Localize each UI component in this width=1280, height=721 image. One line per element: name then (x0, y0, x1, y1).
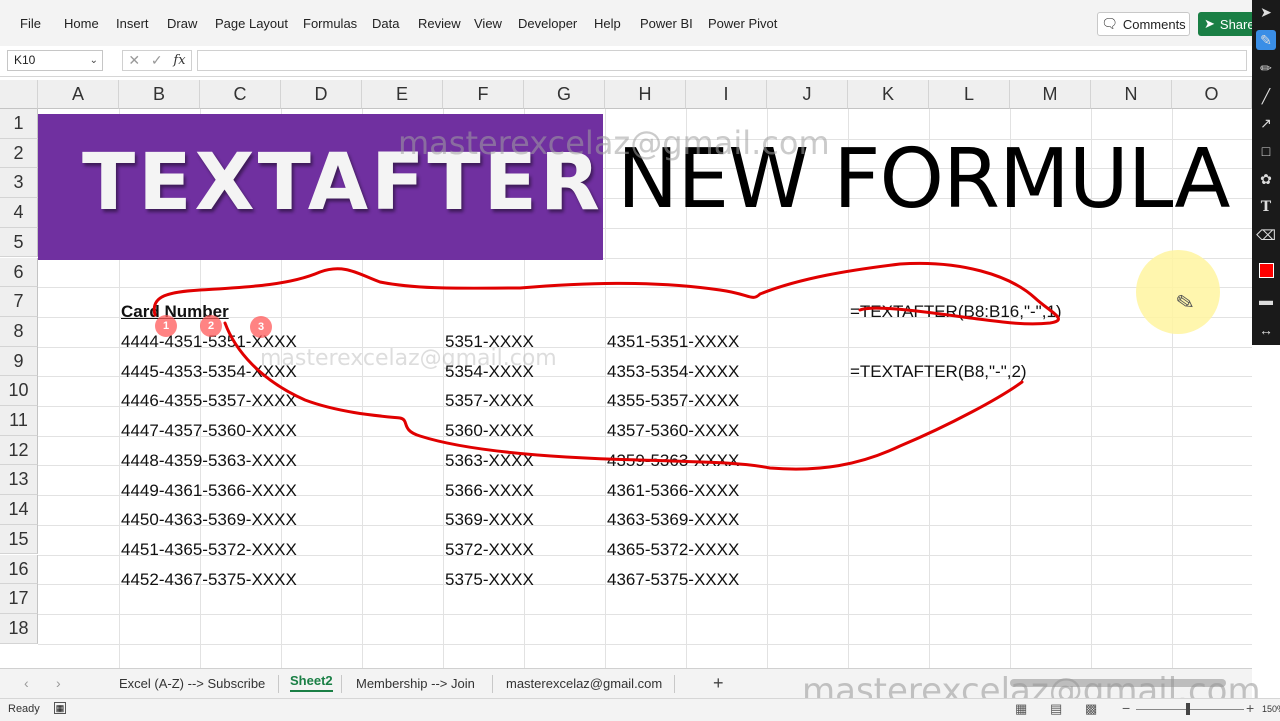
status-bar: Ready ▦ ▦ ▤ ▩ − + 150% (0, 698, 1280, 721)
zoom-in-icon[interactable]: + (1246, 700, 1254, 716)
insert-function-button[interactable]: fx (173, 53, 185, 68)
menu-help[interactable]: Help (594, 16, 621, 31)
menu-insert[interactable]: Insert (116, 16, 149, 31)
worksheet-grid[interactable]: A B C D E F G H I J K L M N O 1 2 3 4 5 … (0, 80, 1252, 668)
sheet-tab-subscribe[interactable]: Excel (A-Z) --> Subscribe (119, 676, 265, 691)
menu-power-bi[interactable]: Power BI (640, 16, 693, 31)
normal-view-icon[interactable]: ▦ (1015, 701, 1027, 717)
sheet-tab-bar: ‹ › Excel (A-Z) --> Subscribe Sheet2 Mem… (0, 668, 1261, 711)
tab-separator (492, 675, 493, 693)
menu-formulas[interactable]: Formulas (303, 16, 357, 31)
page-break-icon[interactable]: ▩ (1085, 701, 1097, 717)
ink-annotation (152, 261, 1060, 471)
sheet-tab-sheet2[interactable]: Sheet2 (290, 673, 333, 692)
scroll-right-icon[interactable]: › (56, 675, 61, 691)
name-box[interactable]: K10 ⌄ (7, 50, 103, 71)
comment-icon: 🗨 (1101, 16, 1118, 31)
add-sheet-button[interactable]: + (713, 673, 724, 694)
tab-separator (341, 675, 342, 693)
zoom-out-icon[interactable]: − (1122, 700, 1130, 716)
draw-toolbar: ➤ ✎ ✏ ╱ ↗ □ ✿ T ⌫ ▬ ↔ (1252, 0, 1280, 345)
enter-icon[interactable]: ✓ (151, 52, 163, 69)
tab-separator (278, 675, 279, 693)
expand-icon[interactable]: ↔ (1256, 320, 1276, 340)
text-icon[interactable]: T (1256, 197, 1276, 217)
stroke-width-icon[interactable]: ▬ (1256, 290, 1276, 310)
menu-power-pivot[interactable]: Power Pivot (708, 16, 777, 31)
pointer-icon[interactable]: ➤ (1256, 2, 1276, 22)
menu-page-layout[interactable]: Page Layout (215, 16, 288, 31)
menu-developer[interactable]: Developer (518, 16, 577, 31)
zoom-slider-thumb[interactable] (1186, 703, 1190, 715)
page-layout-icon[interactable]: ▤ (1050, 701, 1062, 717)
arrow-icon[interactable]: ↗ (1256, 113, 1276, 133)
formula-input[interactable] (197, 50, 1247, 71)
formula-tools: ✕ ✓ fx (122, 50, 192, 71)
zoom-slider[interactable] (1136, 709, 1244, 710)
rectangle-icon[interactable]: □ (1256, 141, 1276, 161)
share-button[interactable]: ➤ Share (1198, 12, 1258, 36)
menu-data[interactable]: Data (372, 16, 399, 31)
zoom-level[interactable]: 150% (1262, 704, 1280, 714)
menu-draw[interactable]: Draw (167, 16, 197, 31)
red-swatch-icon (1258, 263, 1274, 278)
line-icon[interactable]: ╱ (1256, 86, 1276, 106)
ribbon: File Home Insert Draw Page Layout Formul… (0, 0, 1258, 47)
sheet-tab-membership[interactable]: Membership --> Join (356, 676, 475, 691)
share-label: Share (1219, 16, 1255, 32)
tab-separator (674, 675, 675, 693)
eraser-icon[interactable]: ⌫ (1256, 225, 1276, 245)
share-icon: ➤ (1204, 16, 1215, 31)
scroll-left-icon[interactable]: ‹ (24, 675, 29, 691)
menu-review[interactable]: Review (418, 16, 461, 31)
color-swatch-red[interactable] (1256, 260, 1276, 280)
chevron-down-icon[interactable]: ⌄ (90, 51, 98, 70)
cancel-icon[interactable]: ✕ (128, 52, 140, 69)
accessibility-icon[interactable]: ▦ (54, 702, 66, 714)
menu-home[interactable]: Home (64, 16, 99, 31)
formula-bar: K10 ⌄ ✕ ✓ fx (0, 46, 1252, 77)
menu-view[interactable]: View (474, 16, 502, 31)
status-text: Ready (8, 703, 40, 715)
marker-icon[interactable]: ✏ (1256, 58, 1276, 78)
palette-icon[interactable]: ✿ (1256, 169, 1276, 189)
menu-file[interactable]: File (20, 16, 41, 31)
sheet-tab-email[interactable]: masterexcelaz@gmail.com (506, 676, 662, 691)
comments-button[interactable]: 🗨 Comments (1097, 12, 1190, 36)
name-box-value: K10 (14, 53, 36, 67)
comments-label: Comments (1122, 16, 1186, 32)
pen-icon[interactable]: ✎ (1256, 30, 1276, 50)
